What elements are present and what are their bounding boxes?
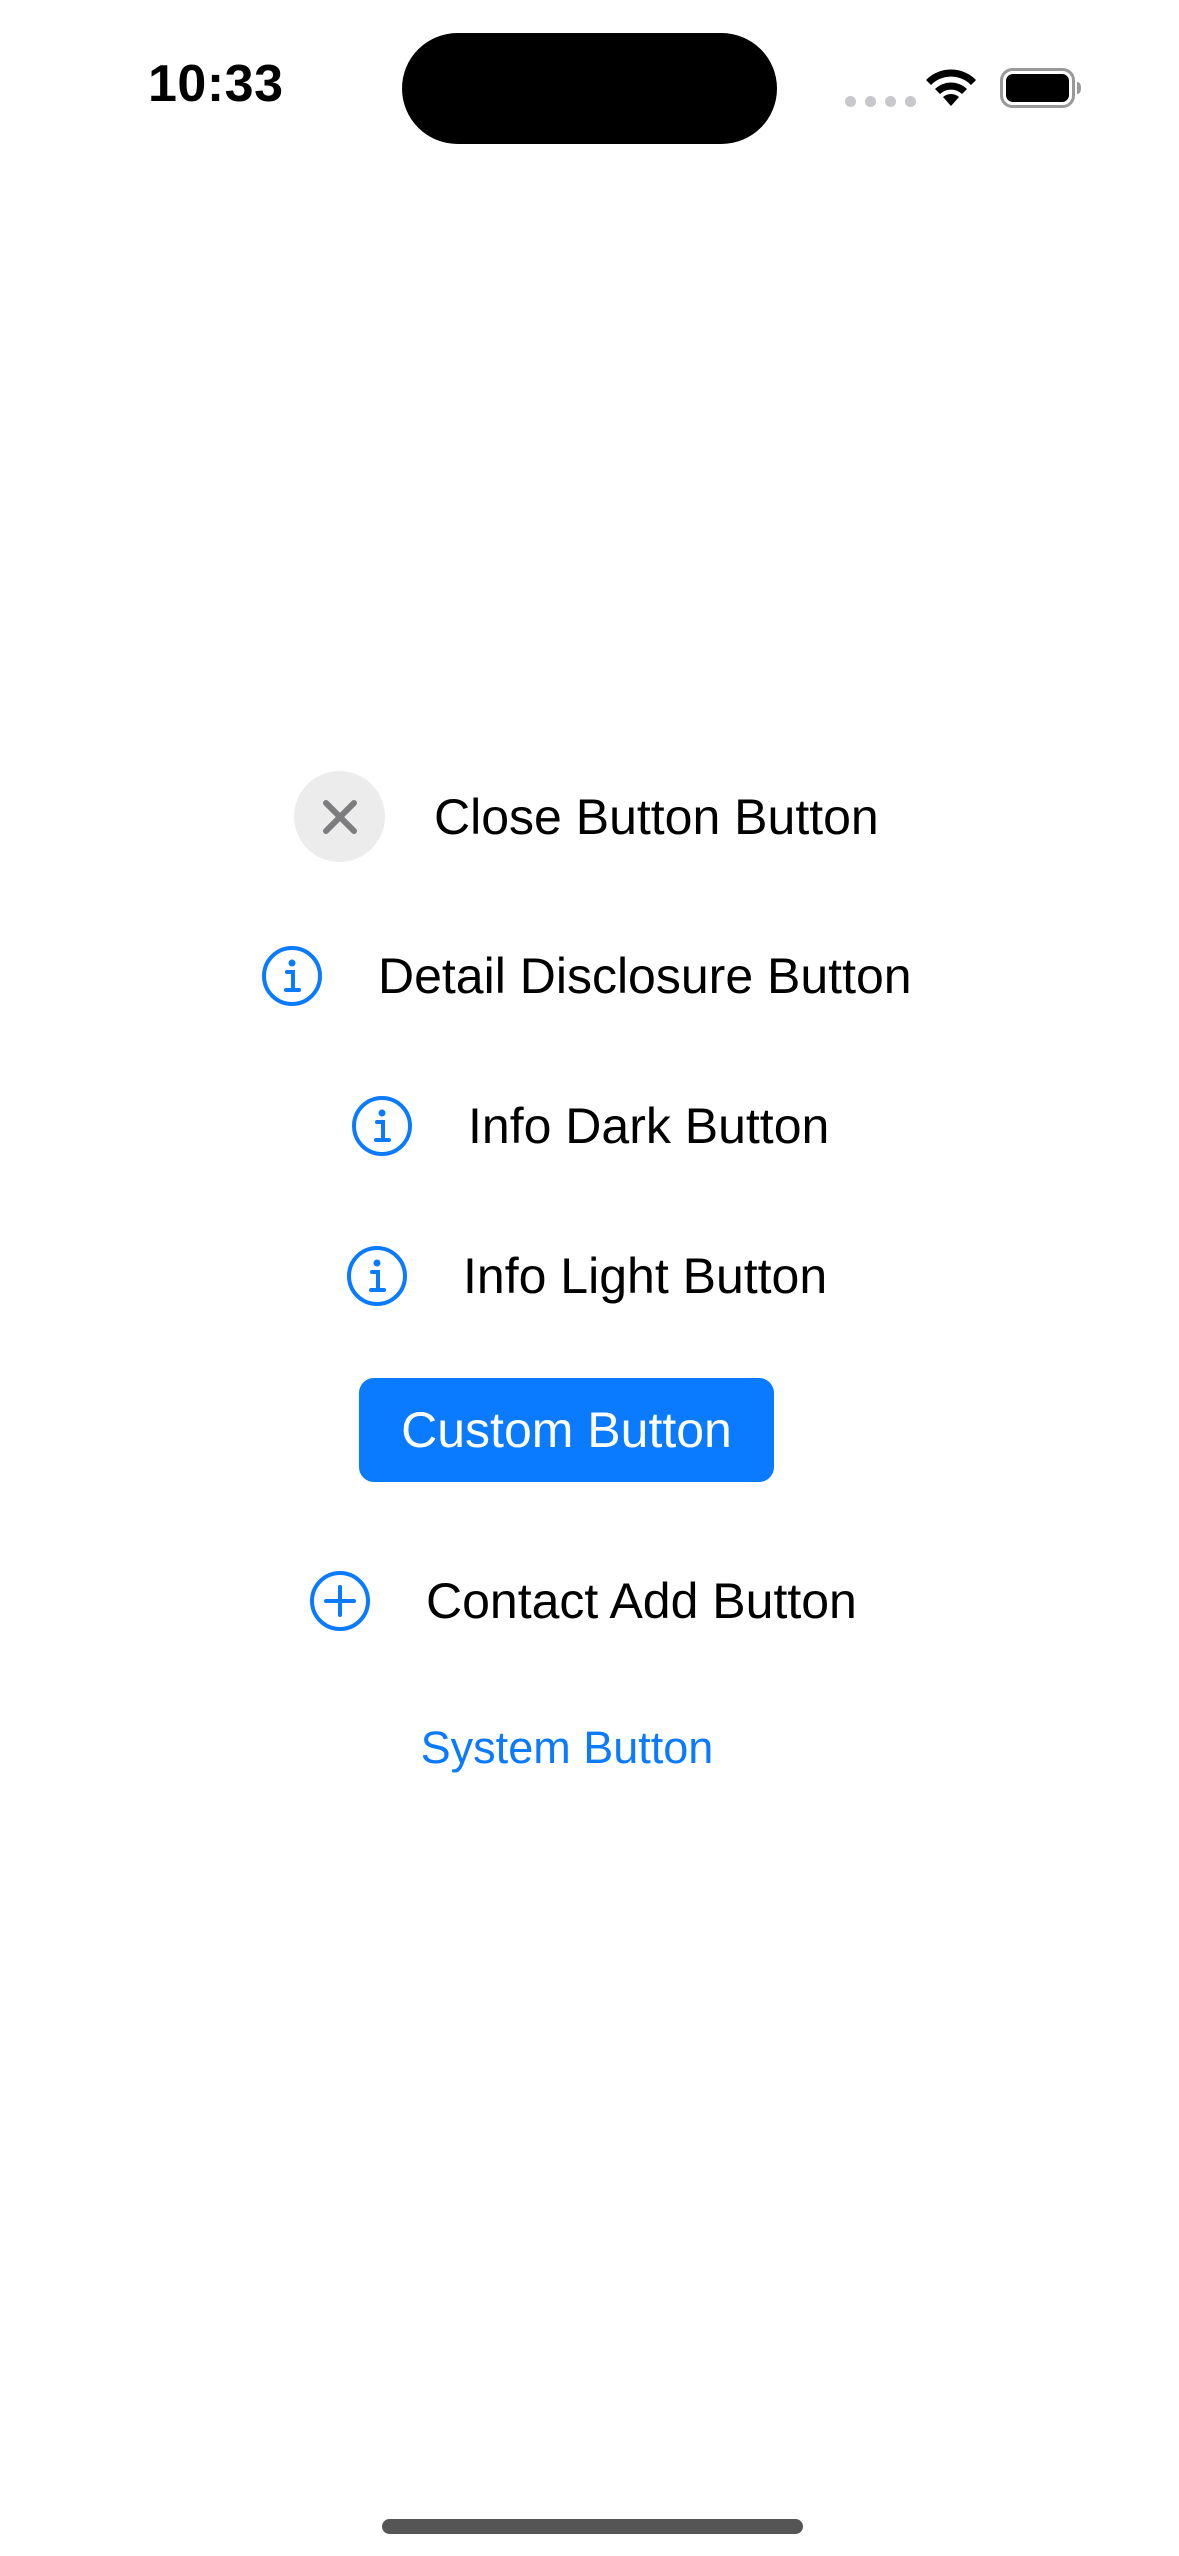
system-button[interactable]: System Button (0, 1722, 1134, 1774)
status-time: 10:33 (148, 55, 284, 113)
detail-disclosure-row: Detail Disclosure Button (261, 945, 912, 1007)
cellular-signal-icon (845, 96, 916, 107)
info-dark-row: Info Dark Button (351, 1095, 829, 1157)
close-button-label: Close Button Button (434, 788, 879, 845)
dynamic-island (402, 33, 777, 144)
detail-disclosure-label: Detail Disclosure Button (378, 948, 912, 1004)
close-button[interactable] (294, 771, 385, 862)
info-dark-button[interactable] (351, 1095, 413, 1157)
wifi-icon (926, 69, 976, 106)
close-icon (322, 799, 357, 834)
info-dark-label: Info Dark Button (468, 1098, 830, 1154)
screen: 10:33 Close Button Button Detail Disclos… (0, 0, 1179, 2556)
contact-add-row: Contact Add Button (309, 1570, 857, 1632)
contact-add-label: Contact Add Button (426, 1573, 857, 1629)
custom-button[interactable]: Custom Button (359, 1378, 774, 1482)
info-icon (378, 1109, 386, 1117)
info-light-row: Info Light Button (346, 1245, 827, 1307)
info-icon (288, 959, 296, 967)
battery-icon (1000, 68, 1081, 108)
contact-add-button[interactable] (309, 1570, 371, 1632)
info-icon (373, 1259, 381, 1267)
home-indicator[interactable] (382, 2519, 803, 2534)
detail-disclosure-button[interactable] (261, 945, 323, 1007)
info-light-label: Info Light Button (463, 1248, 828, 1304)
close-button-row: Close Button Button (294, 771, 879, 862)
info-light-button[interactable] (346, 1245, 408, 1307)
plus-circle-icon (324, 1585, 356, 1617)
